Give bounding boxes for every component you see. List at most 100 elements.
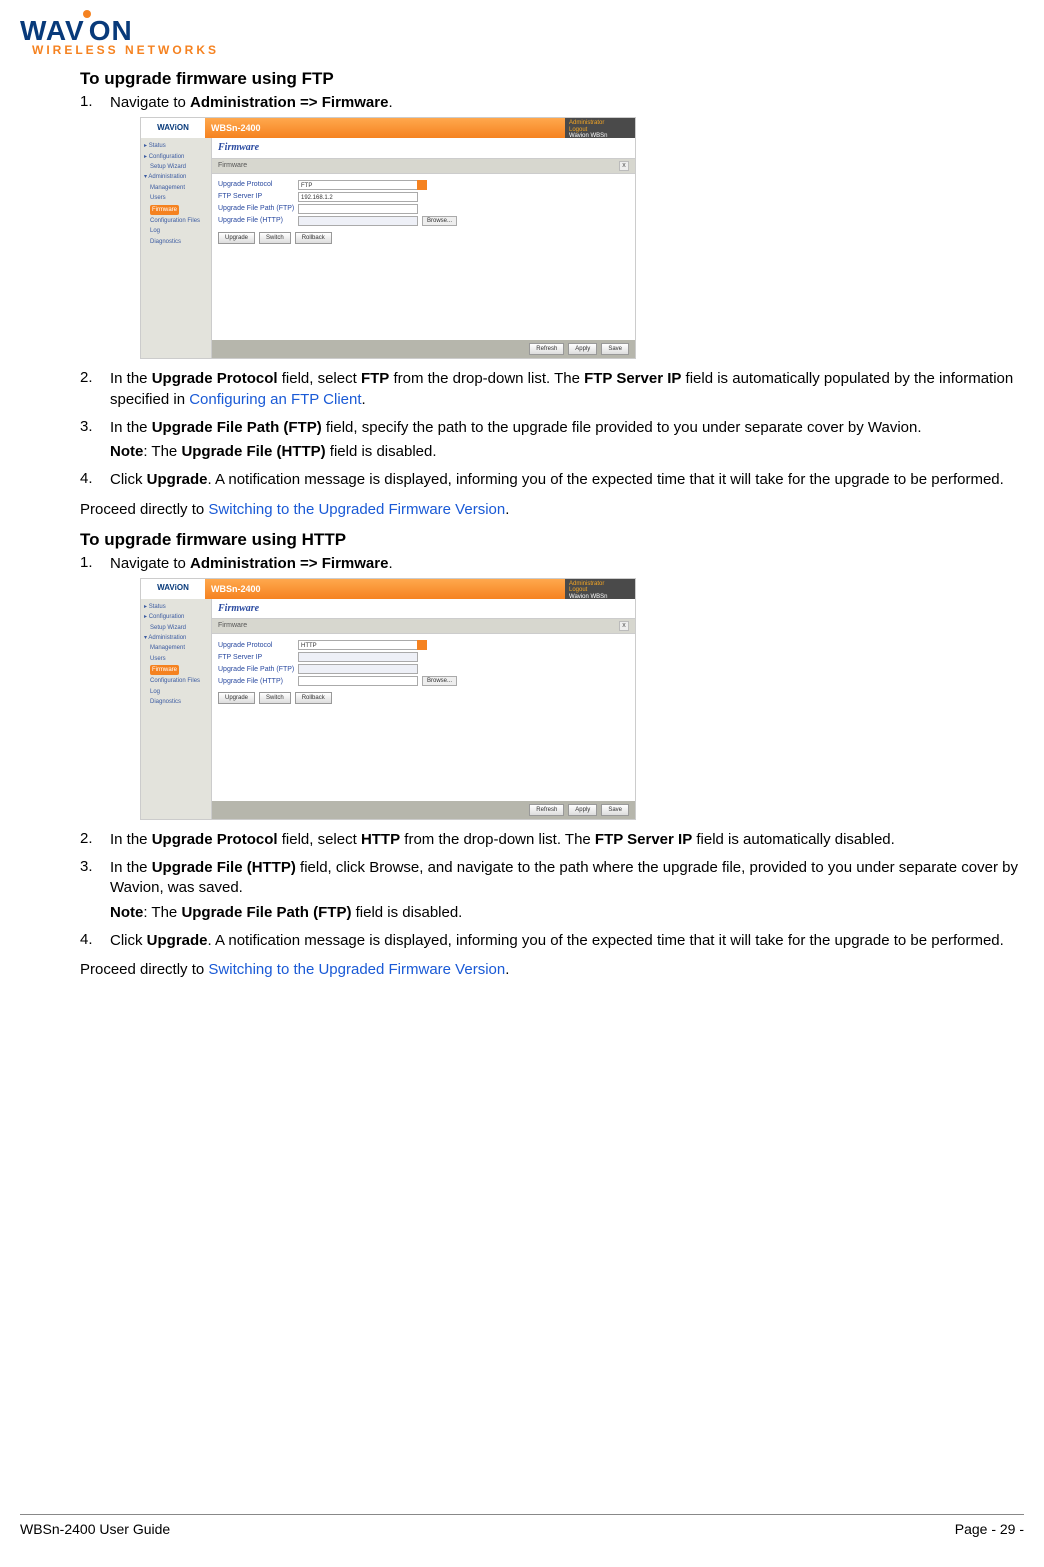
step-body: In the Upgrade File (HTTP) field, click … [110, 858, 1024, 927]
switch-button[interactable]: Switch [259, 232, 291, 244]
nav-item[interactable]: Users [144, 193, 208, 203]
txt: . A notification message is displayed, i… [208, 932, 1004, 949]
nav-item[interactable]: Diagnostics [144, 697, 208, 707]
collapse-icon[interactable]: x [619, 621, 629, 631]
refresh-button[interactable]: Refresh [529, 804, 564, 816]
step-body: Navigate to Administration => Firmware. … [110, 554, 1024, 826]
http-heading: To upgrade firmware using HTTP [80, 530, 1024, 550]
rollback-button[interactable]: Rollback [295, 232, 332, 244]
txt: Logout [569, 587, 631, 594]
proceed-line: Proceed directly to Switching to the Upg… [80, 961, 1024, 978]
txt: from the drop-down list. The [400, 831, 595, 848]
ip-input[interactable]: 192.168.1.2 [298, 192, 418, 202]
nav-item[interactable]: Status [149, 604, 166, 610]
step-number: 2. [80, 369, 110, 386]
proto-dropdown[interactable]: HTTP [298, 640, 418, 650]
link-ftp-client[interactable]: Configuring an FTP Client [189, 391, 361, 408]
nav-item[interactable]: Users [144, 654, 208, 664]
brand-left: WAV [20, 15, 85, 46]
txt: Administrator [569, 581, 631, 588]
step-body: Click Upgrade. A notification message is… [110, 470, 1024, 494]
txt: Logout [569, 127, 631, 134]
file-http-input[interactable] [298, 676, 418, 686]
firmware-http-screenshot: WAViON WBSn-2400 Administrator Logout Wa… [140, 578, 636, 820]
txt: In the [110, 831, 152, 848]
browse-button: Browse... [422, 216, 457, 226]
proto-dropdown[interactable]: FTP [298, 180, 418, 190]
refresh-button[interactable]: Refresh [529, 343, 564, 355]
nav-item[interactable]: Configuration [149, 154, 185, 160]
nav-item[interactable]: Configuration Files [144, 216, 208, 226]
txt: Navigate to [110, 555, 190, 572]
nav-item-selected[interactable]: Firmware [150, 665, 179, 675]
nav-item[interactable]: Configuration [149, 614, 185, 620]
txt: Click [110, 471, 147, 488]
nav-path: Administration => Firmware [190, 555, 388, 572]
txt: Administrator [569, 120, 631, 127]
nav-item[interactable]: Log [144, 687, 208, 697]
txt: field, select [278, 370, 361, 387]
ip-input [298, 652, 418, 662]
browse-button[interactable]: Browse... [422, 676, 457, 686]
nav-item[interactable]: Diagnostics [144, 237, 208, 247]
txt: Upgrade Protocol [152, 831, 278, 848]
collapse-icon[interactable]: x [619, 161, 629, 171]
footer-doc-title: WBSn-2400 User Guide [20, 1521, 170, 1537]
txt: . [388, 555, 392, 572]
txt: : The [143, 443, 181, 460]
txt: field is disabled. [326, 443, 437, 460]
switch-button[interactable]: Switch [259, 692, 291, 704]
firmware-ftp-screenshot: WAViON WBSn-2400 Administrator Logout Wa… [140, 117, 636, 359]
shot-device-title: WBSn-2400 [205, 579, 565, 599]
apply-button[interactable]: Apply [568, 343, 597, 355]
label-file-http: Upgrade File (HTTP) [218, 677, 298, 686]
path-ftp-input[interactable] [298, 204, 418, 214]
step-body: Navigate to Administration => Firmware. … [110, 93, 1024, 365]
txt: Upgrade [147, 471, 208, 488]
upgrade-button[interactable]: Upgrade [218, 232, 255, 244]
save-button[interactable]: Save [601, 804, 629, 816]
shot-breadcrumb: Firmware [212, 599, 635, 619]
txt: Upgrade [147, 932, 208, 949]
link-switch-firmware[interactable]: Switching to the Upgraded Firmware Versi… [208, 501, 505, 518]
brand-tagline: WIRELESS NETWORKS [32, 43, 1024, 57]
step-number: 3. [80, 858, 110, 875]
label-path-ftp: Upgrade File Path (FTP) [218, 204, 298, 213]
txt: FTP [361, 370, 389, 387]
step-number: 4. [80, 470, 110, 487]
nav-item[interactable]: Configuration Files [144, 676, 208, 686]
note-label: Note [110, 904, 143, 921]
nav-item[interactable]: Setup Wizard [144, 623, 208, 633]
nav-item[interactable]: Management [144, 183, 208, 193]
txt: In the [110, 859, 152, 876]
nav-item[interactable]: Administration [148, 635, 186, 641]
dropdown-arrow-icon[interactable] [417, 640, 427, 650]
panel-title: Firmware [218, 621, 247, 631]
txt: Click [110, 932, 147, 949]
step-number: 2. [80, 830, 110, 847]
nav-path: Administration => Firmware [190, 94, 388, 111]
nav-item[interactable]: Setup Wizard [144, 162, 208, 172]
txt: Upgrade File Path (FTP) [152, 419, 322, 436]
link-switch-firmware[interactable]: Switching to the Upgraded Firmware Versi… [208, 961, 505, 978]
path-ftp-input [298, 664, 418, 674]
txt: . A notification message is displayed, i… [208, 471, 1004, 488]
upgrade-button[interactable]: Upgrade [218, 692, 255, 704]
nav-item[interactable]: Status [149, 143, 166, 149]
shot-brand: WAViON [141, 118, 205, 138]
nav-item[interactable]: Administration [148, 174, 186, 180]
step-number: 1. [80, 554, 110, 571]
step-body: Click Upgrade. A notification message is… [110, 931, 1024, 955]
nav-item[interactable]: Log [144, 226, 208, 236]
txt: . [505, 501, 509, 518]
txt: FTP Server IP [584, 370, 681, 387]
dropdown-arrow-icon[interactable] [417, 180, 427, 190]
nav-item-selected[interactable]: Firmware [150, 205, 179, 215]
step-body: In the Upgrade Protocol field, select HT… [110, 830, 1024, 854]
step-number: 4. [80, 931, 110, 948]
apply-button[interactable]: Apply [568, 804, 597, 816]
nav-item[interactable]: Management [144, 643, 208, 653]
save-button[interactable]: Save [601, 343, 629, 355]
rollback-button[interactable]: Rollback [295, 692, 332, 704]
txt: In the [110, 370, 152, 387]
